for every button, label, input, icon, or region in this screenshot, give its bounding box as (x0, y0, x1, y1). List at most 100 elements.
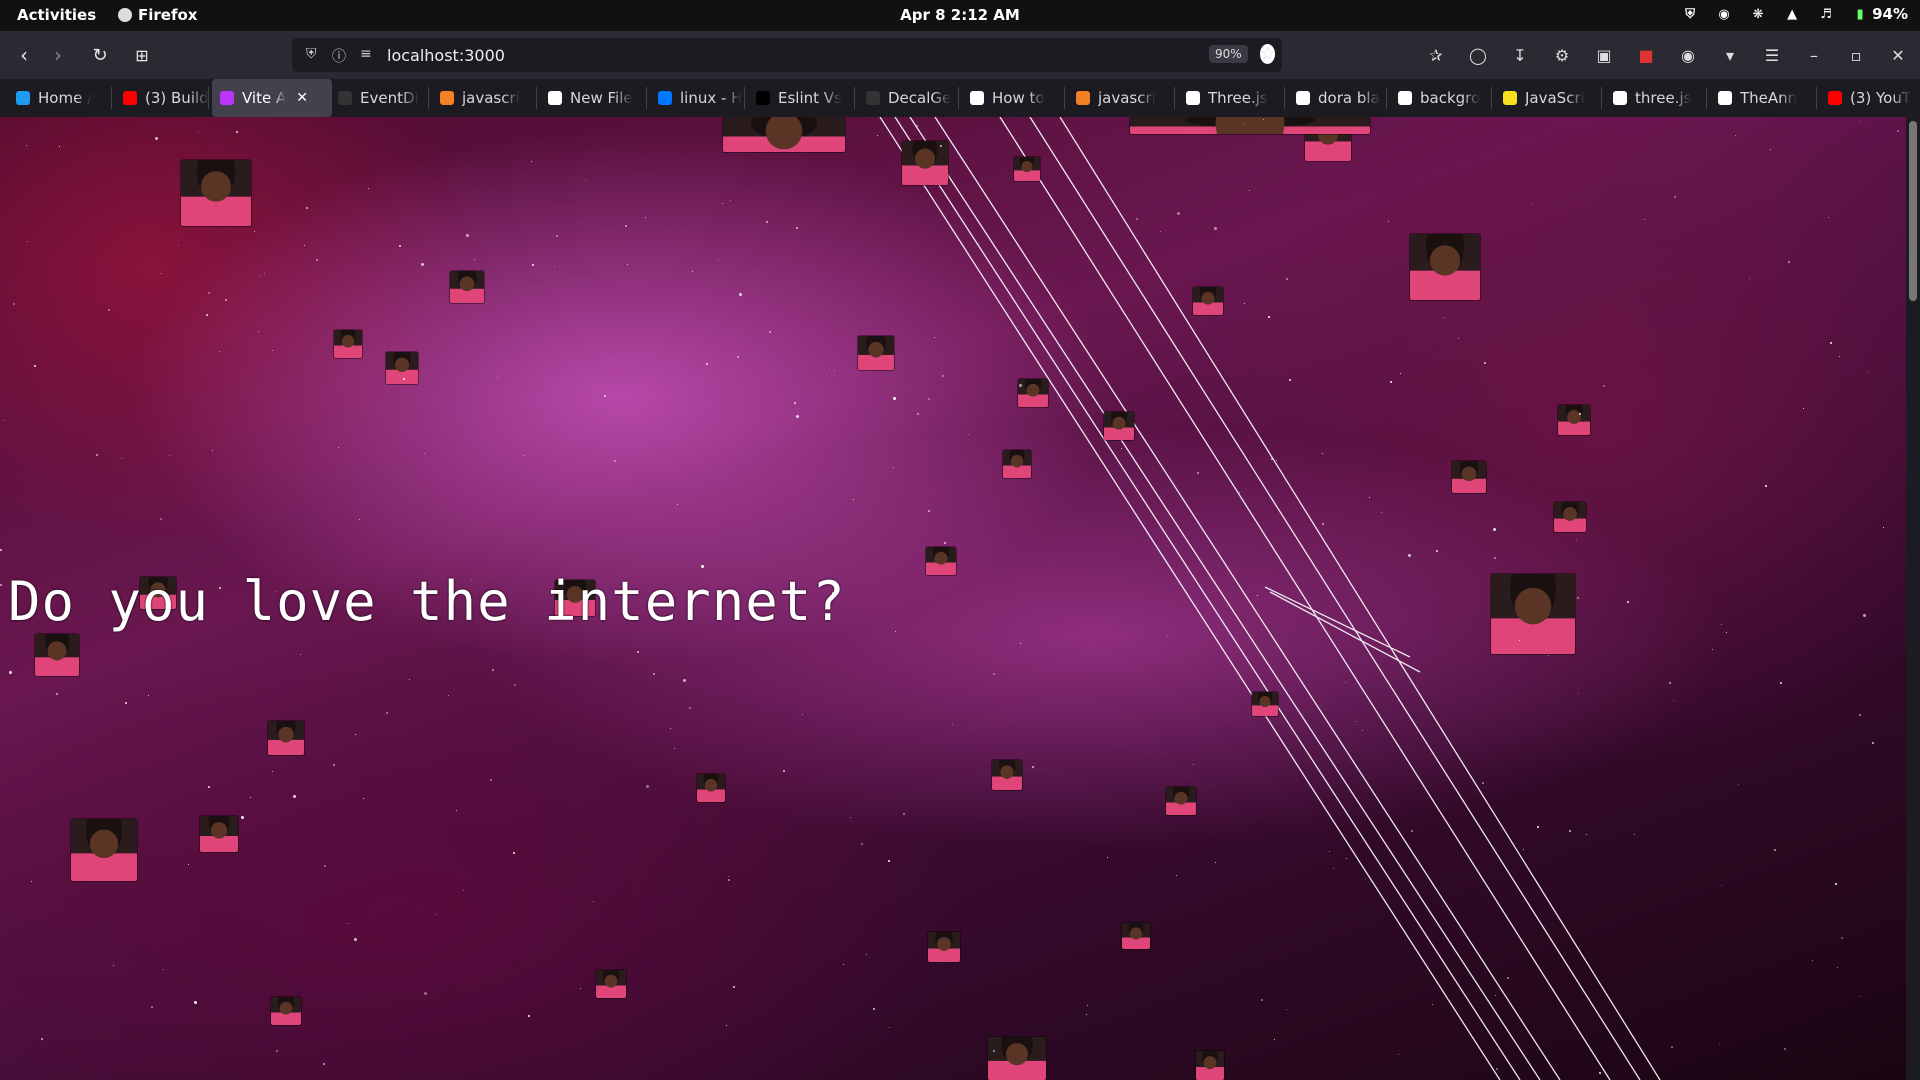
volume-icon[interactable]: ♬ (1818, 6, 1834, 22)
tab-1[interactable]: (3) Build (115, 79, 214, 117)
connection-icon[interactable]: ≡ (360, 46, 372, 62)
minimize-button[interactable]: – (1798, 39, 1830, 71)
star (487, 593, 490, 596)
star (1532, 203, 1533, 204)
star (34, 365, 36, 367)
reload-button[interactable]: ↻ (84, 39, 116, 71)
tab-0[interactable]: Home / (8, 79, 117, 117)
star (272, 350, 273, 351)
download-icon[interactable]: ↧ (1504, 39, 1536, 71)
tab-17[interactable]: (3) YouT (1820, 79, 1920, 117)
forward-button[interactable]: › (42, 39, 74, 71)
tab-separator (428, 87, 429, 109)
shield-icon[interactable]: ⛨ (1682, 6, 1698, 22)
star (593, 901, 594, 902)
star (1883, 527, 1884, 528)
star (0, 584, 2, 586)
page-canvas[interactable]: Do you love the internet? (0, 117, 1906, 1080)
tab-4[interactable]: javascri (432, 79, 542, 117)
battery-icon[interactable]: ▮ (1852, 6, 1868, 22)
maximize-button[interactable]: ▫ (1840, 39, 1872, 71)
tab-9[interactable]: How to (962, 79, 1070, 117)
tab-11[interactable]: Three.js (1178, 79, 1290, 117)
star (917, 413, 919, 415)
page-scrollbar[interactable] (1906, 117, 1920, 1080)
tab-2[interactable]: Vite A ✕ (212, 79, 332, 117)
tab-7[interactable]: Eslint Vs (748, 79, 860, 117)
close-window-button[interactable]: ✕ (1882, 39, 1914, 71)
star (490, 779, 492, 781)
tracking-shield-icon[interactable]: ⛨ (306, 46, 317, 62)
chevron-down-icon[interactable]: ▾ (1714, 39, 1746, 71)
star (1770, 149, 1771, 150)
info-icon[interactable]: ⓘ (332, 46, 346, 66)
settings-gear-icon[interactable]: ⚙ (1546, 39, 1578, 71)
tab-separator (744, 87, 745, 109)
star (794, 402, 796, 404)
star (952, 724, 953, 725)
tab-label: New File (570, 89, 633, 107)
star (1444, 317, 1445, 318)
tab-13[interactable]: backgro (1390, 79, 1497, 117)
url-text[interactable]: localhost:3000 (387, 46, 505, 65)
floating-portrait-sprite (1193, 287, 1223, 315)
star (1599, 1072, 1601, 1074)
clock[interactable]: Apr 8 2:12 AM (0, 6, 1920, 24)
app-menu[interactable]: Firefox (118, 6, 197, 24)
star (646, 785, 649, 788)
zoom-indicator[interactable]: 90% (1209, 45, 1248, 63)
star (3, 420, 4, 421)
pocket-icon[interactable]: ◯ (1462, 39, 1494, 71)
floating-portrait-sprite (596, 970, 626, 998)
star (368, 188, 369, 189)
star (1176, 875, 1177, 876)
slack-icon[interactable]: ❋ (1750, 6, 1766, 22)
extensions-icon[interactable]: ✰ (1420, 39, 1452, 71)
system-tray[interactable]: ⛨ ◉ ❋ ▲ ♬ ▮ 94% (1682, 5, 1908, 23)
floating-portrait-sprite (200, 816, 238, 852)
url-bar[interactable]: ⛨ ⓘ ≡ localhost:3000 90% ☆ (292, 38, 1282, 72)
star (1577, 597, 1579, 599)
star (1322, 453, 1323, 454)
tab-16[interactable]: TheAnn (1710, 79, 1822, 117)
wifi-icon[interactable]: ▲ (1784, 6, 1800, 22)
extension-red-icon[interactable]: ■ (1630, 39, 1662, 71)
star (96, 454, 98, 456)
scrollbar-thumb[interactable] (1909, 121, 1917, 301)
star (272, 771, 273, 772)
private-mask-icon[interactable]: ◉ (1672, 39, 1704, 71)
tab-15[interactable]: three.js (1605, 79, 1712, 117)
star (474, 259, 475, 260)
new-tab-button[interactable]: ⊞ (126, 39, 158, 71)
tab-label: Home / (38, 89, 93, 107)
tab-5[interactable]: New File (540, 79, 652, 117)
tab-3[interactable]: EventDi (330, 79, 434, 117)
star (1432, 1004, 1433, 1005)
tab-6[interactable]: linux - H (650, 79, 750, 117)
floating-portrait-sprite (1003, 450, 1031, 478)
star (1261, 999, 1263, 1001)
star (942, 375, 944, 377)
tab-label: (3) YouT (1850, 89, 1912, 107)
back-button[interactable]: ‹ (8, 39, 40, 71)
tab-12[interactable]: dora bla (1288, 79, 1392, 117)
star (1482, 782, 1484, 784)
tab-8[interactable]: DecalGe (858, 79, 964, 117)
activities-button[interactable]: Activities (17, 6, 96, 24)
floating-portrait-sprite (1122, 923, 1150, 949)
floating-portrait-sprite (1491, 574, 1575, 654)
tab-14[interactable]: JavaScri (1495, 79, 1607, 117)
screenshot-icon[interactable]: ▣ (1588, 39, 1620, 71)
star (1484, 362, 1486, 364)
close-tab-icon[interactable]: ✕ (296, 90, 308, 106)
discord-icon[interactable]: ◉ (1716, 6, 1732, 22)
hamburger-menu-icon[interactable]: ☰ (1756, 39, 1788, 71)
tab-10[interactable]: javascri (1068, 79, 1180, 117)
star (125, 702, 127, 704)
floating-portrait-sprite (928, 932, 960, 962)
star (113, 965, 114, 966)
tab-separator (854, 87, 855, 109)
star (1020, 643, 1021, 644)
bookmark-star-icon[interactable]: ☆ (1260, 44, 1276, 64)
star (1249, 190, 1250, 191)
